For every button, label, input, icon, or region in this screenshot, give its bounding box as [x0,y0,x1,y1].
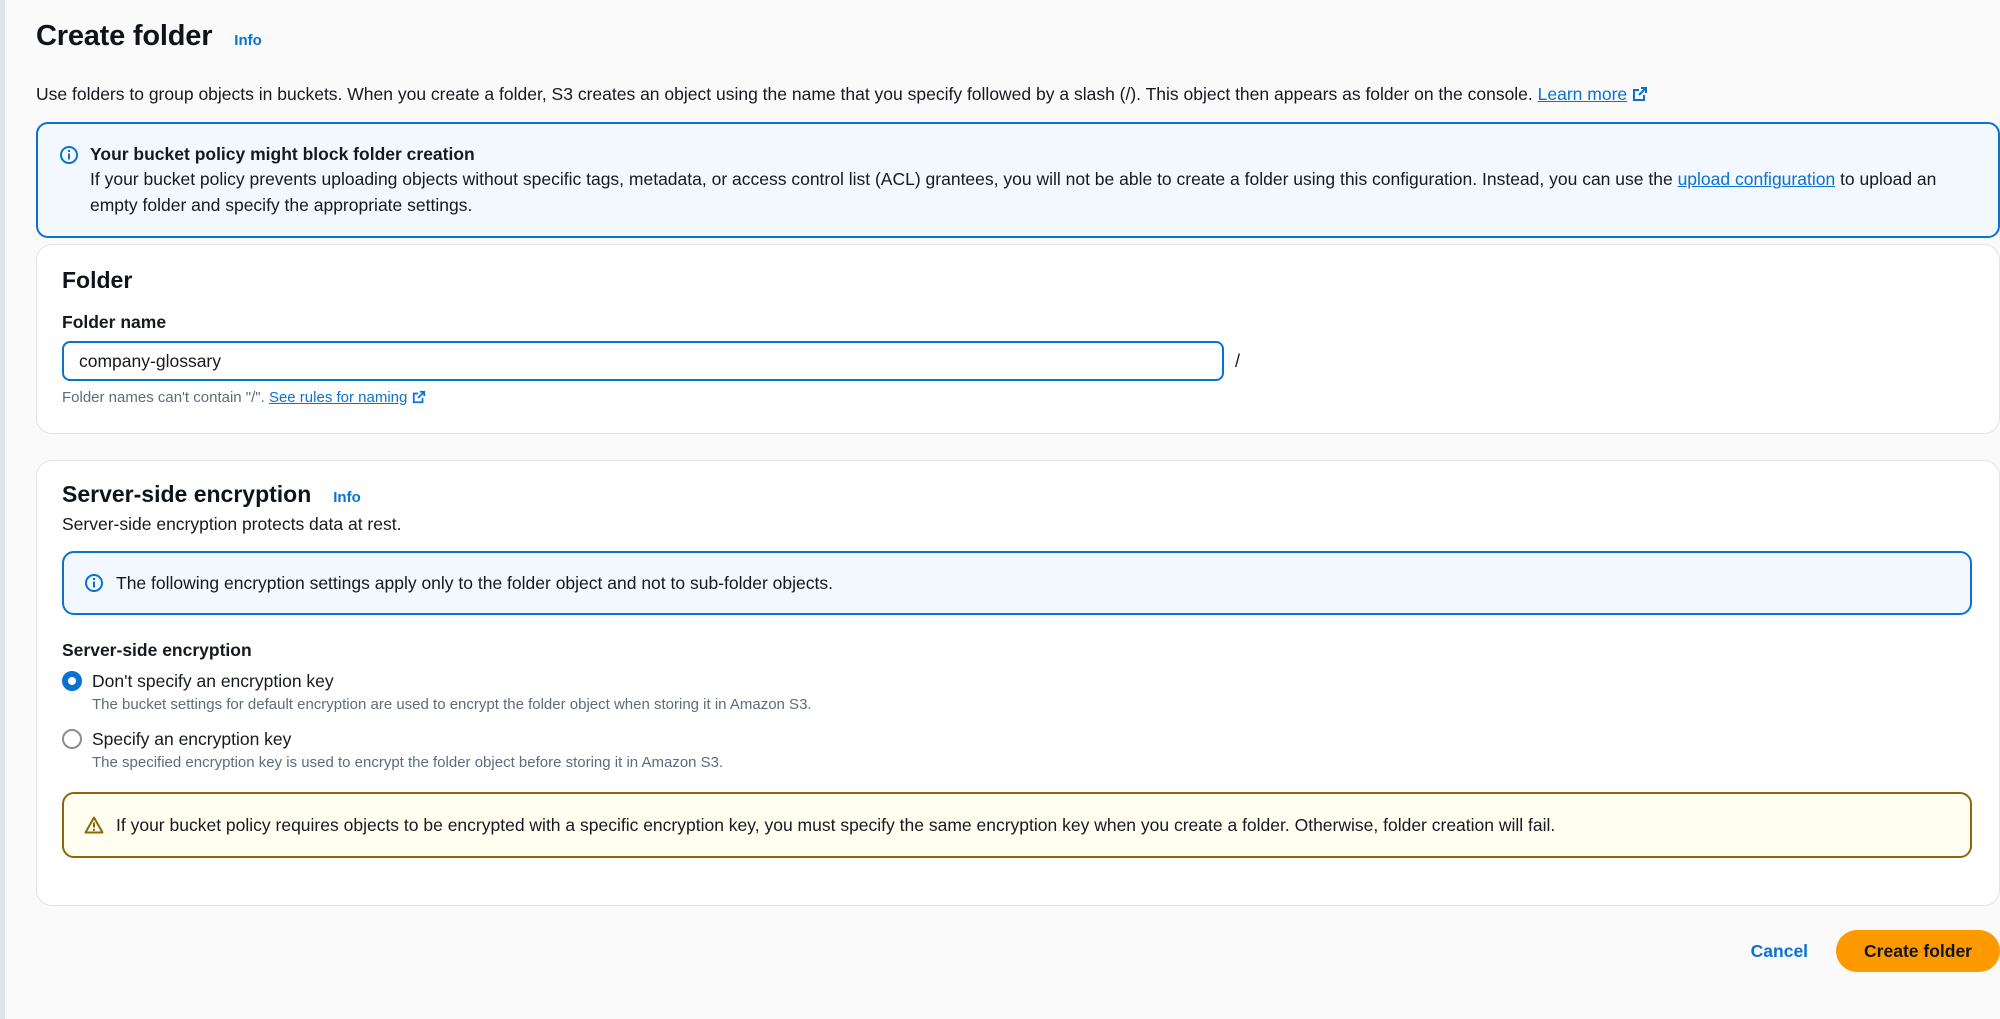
create-folder-page: Create folder Info Use folders to group … [36,0,2000,972]
folder-section: Folder Folder name / Folder names can't … [36,244,2000,434]
encryption-info-alert: The following encryption settings apply … [62,551,1972,615]
left-rail [0,0,5,1019]
encryption-warning-text: If your bucket policy requires objects t… [116,814,1556,835]
alert-title: Your bucket policy might block folder cr… [90,144,475,164]
radio-button-unchecked[interactable] [62,729,82,749]
encryption-description: Server-side encryption protects data at … [62,514,402,534]
folder-name-label: Folder name [62,312,167,332]
form-actions: Cancel Create folder [1751,930,2000,972]
page-header: Create folder Info [36,20,2000,60]
folder-slash-suffix: / [1235,350,1241,371]
learn-more-label: Learn more [1537,84,1628,104]
external-link-icon [1632,84,1648,108]
radio-no-encryption-key[interactable]: Don't specify an encryption key The buck… [62,669,1974,713]
create-folder-button[interactable]: Create folder [1836,930,2000,972]
bucket-policy-alert: Your bucket policy might block folder cr… [36,122,2000,238]
alert-body-prefix: If your bucket policy prevents uploading… [90,169,1673,189]
encryption-info-text: The following encryption settings apply … [116,572,833,593]
radio-specify-encryption-key[interactable]: Specify an encryption key The specified … [62,727,1974,771]
folder-section-title: Folder [62,267,133,293]
encryption-info-link[interactable]: Info [333,489,361,506]
upload-configuration-link[interactable]: upload configuration [1678,169,1836,189]
learn-more-link[interactable]: Learn more [1538,84,1628,104]
external-link-icon [412,390,426,408]
radio-option-description: The bucket settings for default encrypti… [92,696,812,713]
page-description: Use folders to group objects in buckets.… [36,82,2000,108]
encryption-header: Server-side encryption Info [62,481,1974,508]
naming-rules-link[interactable]: See rules for naming [269,389,407,406]
encryption-warning-alert: If your bucket policy requires objects t… [62,792,1972,858]
radio-option-label: Don't specify an encryption key [92,671,334,691]
cancel-button[interactable]: Cancel [1751,933,1808,970]
radio-option-label: Specify an encryption key [92,729,292,749]
info-circle-icon [59,145,79,170]
folder-name-input[interactable] [62,341,1224,381]
radio-option-description: The specified encryption key is used to … [92,754,724,771]
encryption-section-title: Server-side encryption [62,481,312,507]
encryption-section: Server-side encryption Info Server-side … [36,460,2000,906]
alert-body: If your bucket policy prevents uploading… [90,166,1978,218]
folder-name-hint: Folder names can't contain "/". See rule… [62,389,1974,408]
page-info-link[interactable]: Info [234,32,262,49]
encryption-radio-group-label: Server-side encryption [62,640,252,660]
warning-triangle-icon [84,815,104,840]
page-title: Create folder [36,20,213,52]
page-description-text: Use folders to group objects in buckets.… [36,84,1533,104]
folder-name-hint-text: Folder names can't contain "/". [62,389,265,406]
radio-button-checked[interactable] [62,671,82,691]
info-circle-icon [84,573,104,598]
folder-name-row: / [62,341,1974,381]
